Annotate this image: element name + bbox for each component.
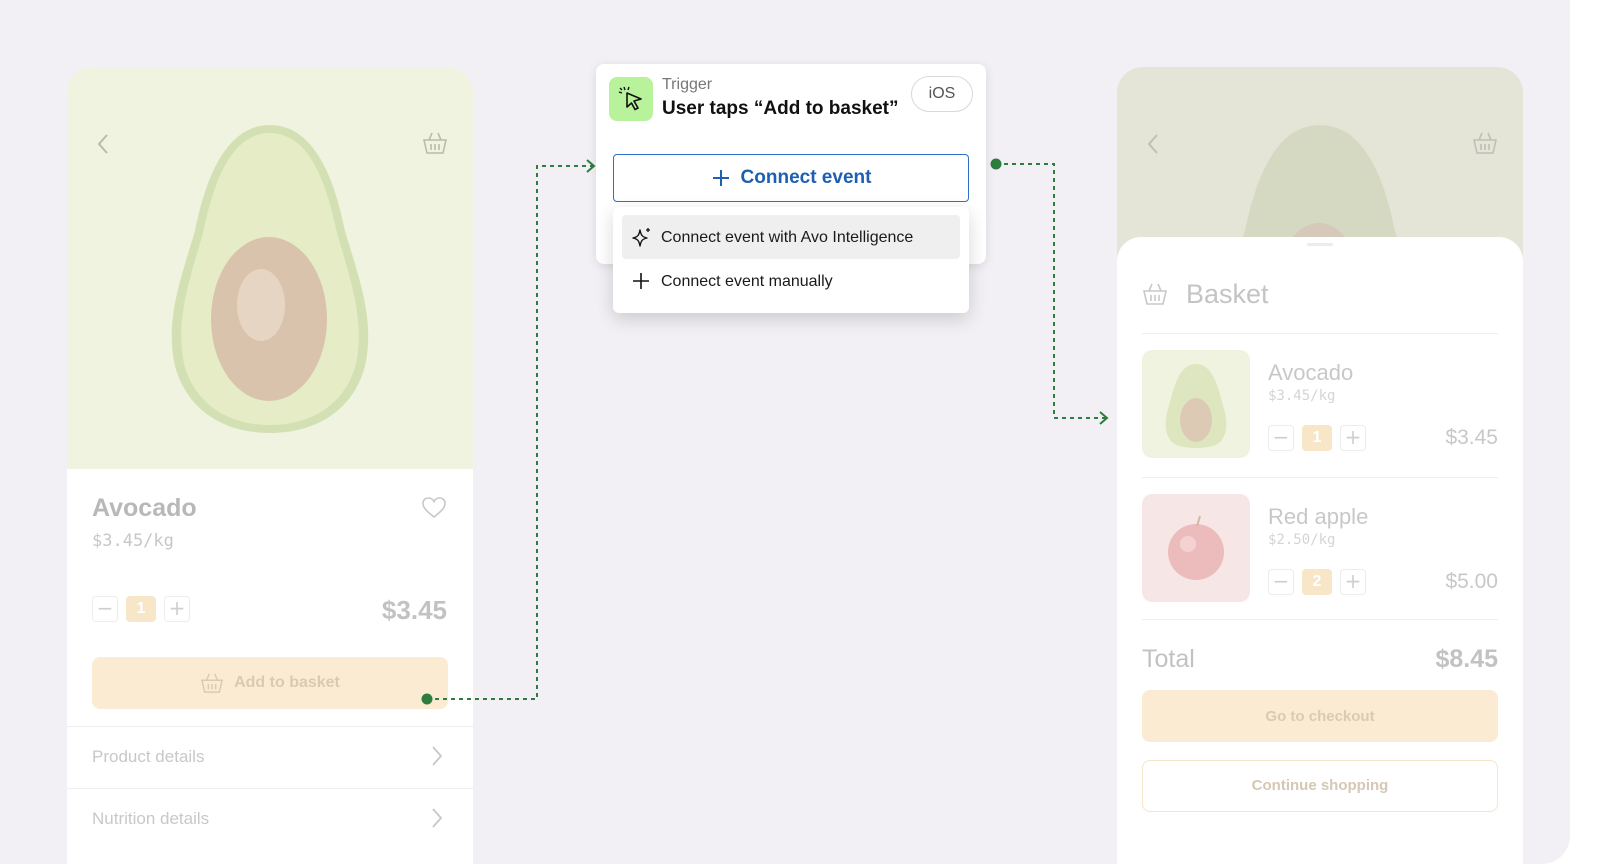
plus-icon (633, 273, 649, 289)
trigger-icon-tile (609, 77, 653, 121)
menu-item-label: Connect event manually (661, 273, 833, 290)
trigger-label: Trigger (662, 76, 713, 93)
connect-event-label: Connect event (740, 167, 872, 188)
sparkle-icon (632, 228, 650, 247)
connector-line-in (427, 165, 593, 700)
connect-event-button[interactable]: Connect event (613, 154, 969, 202)
menu-item-avo-intelligence[interactable]: Connect event with Avo Intelligence (622, 215, 960, 259)
plus-icon (712, 170, 729, 186)
connector-line-out (996, 163, 1106, 419)
connect-event-menu: Connect event with Avo Intelligence Conn… (613, 207, 969, 313)
trigger-title: User taps “Add to basket” (662, 98, 899, 119)
platform-chip[interactable]: iOS (911, 76, 973, 112)
connector-dot (421, 693, 433, 705)
cursor-click-icon (618, 86, 642, 111)
menu-item-connect-manually[interactable]: Connect event manually (622, 259, 960, 303)
menu-item-label: Connect event with Avo Intelligence (661, 229, 914, 246)
connector-dot (990, 158, 1002, 170)
